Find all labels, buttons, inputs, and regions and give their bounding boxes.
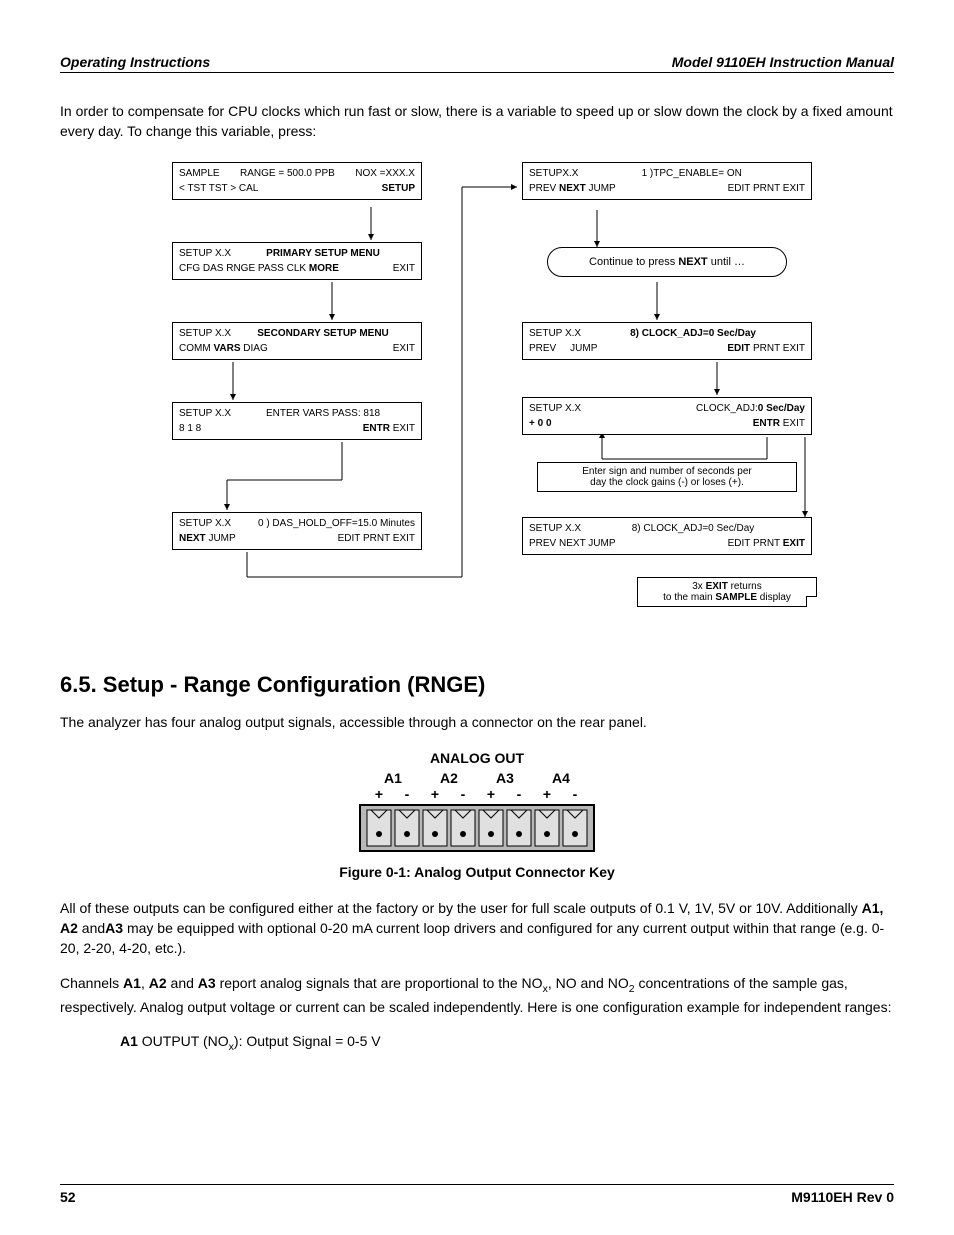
page-footer: 52 M9110EH Rev 0 [60,1184,894,1205]
analog-channel-labels: A1 A2 A3 A4 [365,770,589,786]
header-right: Model 9110EH Instruction Manual [672,54,894,70]
flow-box-sample: SAMPLERANGE = 500.0 PPBNOX =XXX.X < TST … [172,162,422,200]
p3: All of these outputs can be configured e… [60,898,894,959]
intro-paragraph: In order to compensate for CPU clocks wh… [60,101,894,142]
flow-box-clock-adj-8: SETUP X.X8) CLOCK_ADJ=0 Sec/Day PREV JUM… [522,322,812,360]
flow-box-primary-setup: SETUP X.XPRIMARY SETUP MENU CFG DAS RNGE… [172,242,422,280]
flow-box-vars-pass: SETUP X.XENTER VARS PASS: 818 8 1 8ENTR … [172,402,422,440]
analog-polarity-labels: +- +- +- +- [365,786,589,802]
connector-diagram [359,804,595,852]
flow-box-das-hold: SETUP X.X0 ) DAS_HOLD_OFF=15.0 Minutes N… [172,512,422,550]
analog-out-title: ANALOG OUT [60,750,894,766]
page-header: Operating Instructions Model 9110EH Inst… [60,54,894,73]
p4: Channels A1, A2 and A3 report analog sig… [60,973,894,1017]
flow-box-clock-adj-entr: SETUP X.XCLOCK_ADJ:0 Sec/Day + 0 0ENTR E… [522,397,812,435]
flow-note-exit-returns: 3x EXIT returns to the main SAMPLE displ… [637,577,817,607]
section-heading: 6.5. Setup - Range Configuration (RNGE) [60,672,894,698]
figure-caption: Figure 0-1: Analog Output Connector Key [60,864,894,880]
doc-revision: M9110EH Rev 0 [791,1189,894,1205]
flow-box-tpc-enable: SETUPX.X1 )TPC_ENABLE= ON PREV NEXT JUMP… [522,162,812,200]
flow-note-enter-sign: Enter sign and number of seconds per day… [537,462,797,492]
flow-box-clock-adj-exit: SETUP X.X8) CLOCK_ADJ=0 Sec/Day PREV NEX… [522,517,812,555]
page-number: 52 [60,1189,76,1205]
flow-box-secondary-setup: SETUP X.XSECONDARY SETUP MENU COMM VARS … [172,322,422,360]
p2: The analyzer has four analog output sign… [60,712,894,732]
flow-oval-continue: Continue to press NEXT until … [547,247,787,277]
flowchart: SAMPLERANGE = 500.0 PPBNOX =XXX.X < TST … [127,162,827,652]
analog-out-figure: ANALOG OUT A1 A2 A3 A4 +- +- +- +- [60,750,894,852]
header-left: Operating Instructions [60,54,210,70]
p5: A1 OUTPUT (NOx): Output Signal = 0-5 V [120,1031,894,1055]
